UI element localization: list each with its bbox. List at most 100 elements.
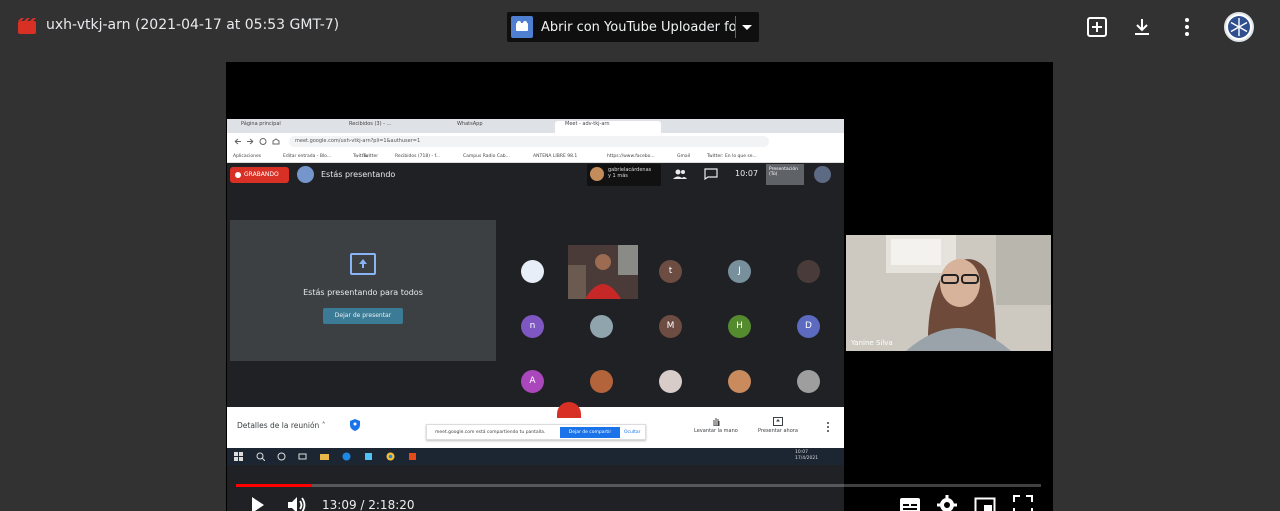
taskbar-date: 17/4/2021 <box>795 456 819 461</box>
subtitles-icon[interactable] <box>899 494 921 511</box>
photo-avatar <box>590 370 613 393</box>
seek-bar[interactable] <box>236 484 1041 487</box>
bookmark: Twitter: En lo que se... <box>707 154 757 159</box>
bookmark: Gmail <box>677 154 691 159</box>
bookmark: Recibidos (718) - f... <box>395 154 441 159</box>
recording-badge: GRABANDO <box>230 167 289 183</box>
browser-nav-icons <box>234 138 280 145</box>
fullscreen-icon[interactable] <box>1012 494 1034 511</box>
presenting-panel: Estás presentando para todos Dejar de pr… <box>230 220 496 361</box>
more-vert-icon[interactable] <box>1175 15 1199 39</box>
bookmark: Campus Radio Cab... <box>463 154 510 159</box>
open-with-button[interactable]: Abrir con YouTube Uploader for ... <box>507 12 759 42</box>
browser-tab-active: Meet - adv-tkj-arn <box>555 121 661 133</box>
bookmark: ANTENA LIBRE 98.1 <box>533 154 578 159</box>
windows-app-icon <box>298 453 307 460</box>
stop-presenting-button: Dejar de presentar <box>323 308 403 324</box>
presenter-chip: gabrielacárdenas y 1 más <box>587 164 661 186</box>
time-display: 13:09 / 2:18:20 <box>322 498 415 511</box>
browser-url: meet.google.com/uxh-vtkj-arn?pli=1&authu… <box>289 136 769 147</box>
participant-avatar: n <box>521 315 544 338</box>
bookmark: Editar entrada - Blo... <box>283 154 332 159</box>
meeting-details-toggle: Detalles de la reunión ˄ <box>237 421 325 430</box>
add-to-drive-icon[interactable] <box>1085 15 1109 39</box>
present-now-control: Presentar ahora <box>758 417 798 434</box>
meet-bottom-bar: Detalles de la reunión ˄ meet.google.com… <box>227 402 844 448</box>
presenter-more: y 1 más <box>608 173 628 179</box>
browser-tab: Recibidos (3) - ... <box>349 121 392 127</box>
participant-video-tile <box>568 245 638 299</box>
record-dot-icon <box>235 172 241 178</box>
speaker-name: Yanine Silva <box>851 339 893 347</box>
settings-icon[interactable] <box>936 494 958 511</box>
snowflake-avatar <box>521 260 544 283</box>
shared-screen: Página principal Recibidos (3) - ... Wha… <box>227 119 844 511</box>
bookmark: Aplicaciones <box>233 154 262 159</box>
speaker-camera: Yanine Silva <box>846 235 1051 351</box>
browser-tab: Página principal <box>241 121 281 127</box>
windows-store-icon <box>365 453 372 460</box>
meet-top-bar: GRABANDO Estás presentando gabrielacárde… <box>227 163 844 187</box>
account-avatar[interactable] <box>1224 12 1254 42</box>
open-with-label: Abrir con YouTube Uploader for ... <box>541 19 735 35</box>
hand-icon <box>713 418 720 426</box>
present-screen-icon <box>350 253 376 275</box>
search-icon <box>256 452 265 461</box>
presenting-label: Estás presentando <box>321 170 396 179</box>
present-now-label: Presentar ahora <box>758 428 798 434</box>
meeting-details-label: Detalles de la reunión <box>237 421 320 430</box>
video-player[interactable]: Página principal Recibidos (3) - ... Wha… <box>226 62 1053 511</box>
chat-icon <box>704 168 718 180</box>
taskbar-clock: 10:07 17/4/2021 <box>795 450 818 462</box>
file-title: uxh-vtkj-arn (2021-04-17 at 05:53 GMT-7) <box>46 17 340 33</box>
participant-avatar: D <box>797 315 820 338</box>
seek-bar-progress <box>236 484 313 487</box>
presenting-panel-title: Estás presentando para todos <box>303 288 423 297</box>
bookmark: Twitter <box>363 154 379 159</box>
presenter-avatar <box>590 167 604 181</box>
raise-hand-control: Levantar la mano <box>694 417 738 434</box>
windows-taskbar: 10:07 17/4/2021 <box>227 448 844 465</box>
windows-start-icon <box>234 452 243 461</box>
end-call-icon <box>557 402 581 418</box>
shield-icon <box>350 419 360 431</box>
browser-bookmarks-bar: Aplicaciones Editar entrada - Blo... Twi… <box>227 150 844 163</box>
chrome-browser-icon <box>386 452 395 461</box>
browser-tab-strip: Página principal Recibidos (3) - ... Wha… <box>227 119 844 133</box>
self-avatar <box>814 166 831 183</box>
browser-tab: WhatsApp <box>457 121 483 127</box>
photo-avatar <box>797 260 820 283</box>
chevron-down-icon[interactable] <box>736 12 758 42</box>
miniplayer-icon[interactable] <box>974 494 996 511</box>
office-app-icon <box>409 453 416 460</box>
photo-avatar <box>728 370 751 393</box>
participant-avatar: t <box>659 260 682 283</box>
participant-avatar: J <box>728 260 751 283</box>
presentation-thumbnail: Presentación (Tú) <box>766 164 804 185</box>
photo-avatar <box>797 370 820 393</box>
photo-avatar <box>659 370 682 393</box>
more-vert-icon <box>827 422 829 432</box>
participant-avatar: A <box>521 370 544 393</box>
people-icon <box>673 169 687 179</box>
share-notice-message: meet.google.com está compartiendo tu pan… <box>435 430 546 435</box>
recording-label: GRABANDO <box>244 171 279 178</box>
download-icon[interactable] <box>1130 15 1154 39</box>
participant-avatar: M <box>659 315 682 338</box>
viewer-top-bar: uxh-vtkj-arn (2021-04-17 at 05:53 GMT-7)… <box>0 0 1280 56</box>
photo-avatar <box>590 315 613 338</box>
play-icon[interactable] <box>246 494 268 511</box>
hide-notice-button: Ocultar <box>624 430 641 435</box>
video-frame[interactable]: Página principal Recibidos (3) - ... Wha… <box>226 62 1053 511</box>
presenter-avatar <box>297 166 314 183</box>
raise-hand-label: Levantar la mano <box>694 428 738 434</box>
speaker-video <box>846 235 1051 351</box>
meet-clock: 10:07 <box>735 169 759 178</box>
browser-address-bar: meet.google.com/uxh-vtkj-arn?pli=1&authu… <box>227 133 844 150</box>
volume-icon[interactable] <box>286 494 308 511</box>
chevron-up-icon: ˄ <box>321 421 326 430</box>
task-view-icon <box>277 452 286 461</box>
youtube-uploader-icon <box>511 16 533 38</box>
screen-share-notice: meet.google.com está compartiendo tu pan… <box>426 424 646 440</box>
stop-sharing-button: Dejar de compartir <box>560 427 620 438</box>
